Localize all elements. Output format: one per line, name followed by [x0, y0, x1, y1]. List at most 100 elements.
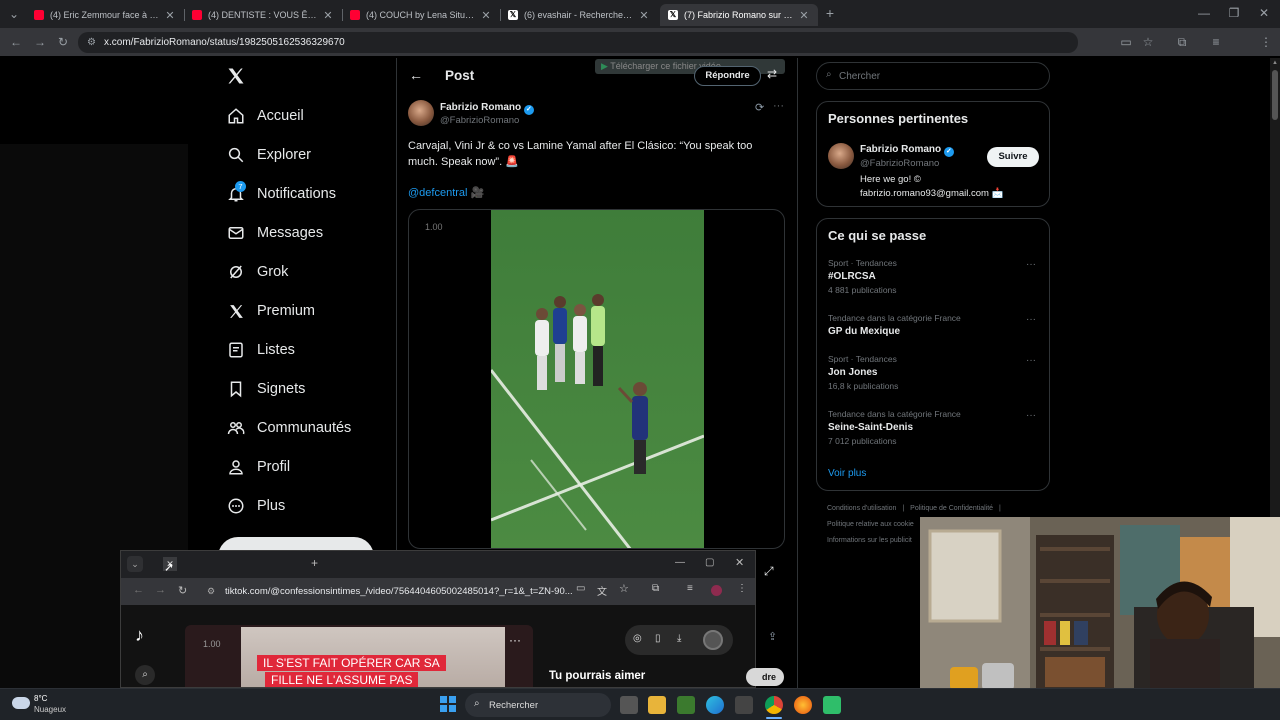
extensions-icon[interactable]: ⧉	[1174, 34, 1190, 50]
reload-icon[interactable]: ↻	[178, 584, 187, 597]
media-icon[interactable]: ≡	[1208, 34, 1224, 50]
maximize-icon[interactable]: ❐	[1226, 5, 1242, 21]
search-icon[interactable]: ⌕	[135, 665, 155, 685]
profile-bio-email[interactable]: fabrizio.romano93@gmail.com 📩	[860, 188, 1003, 199]
reply-button[interactable]: Répondre	[694, 66, 761, 86]
chrome-icon[interactable]	[765, 696, 783, 714]
more-options-icon[interactable]: ···	[1026, 355, 1036, 366]
windows-start-icon[interactable]	[440, 696, 456, 712]
site-info-icon[interactable]: ⚙	[207, 581, 215, 602]
post-mention-link[interactable]: @defcentral 🎥	[408, 186, 484, 199]
trend-item[interactable]: Tendance dans la catégorie France GP du …	[828, 313, 961, 337]
trend-item[interactable]: Sport · Tendances Jon Jones 16,8 k publi…	[828, 354, 898, 391]
profile-handle[interactable]: @FabrizioRomano	[860, 158, 939, 169]
fullscreen-icon[interactable]: ⤢	[764, 564, 774, 579]
grok-explain-icon[interactable]: ⟳	[755, 101, 764, 114]
close-tab-icon[interactable]: ✕	[480, 9, 492, 22]
nav-item-lists[interactable]: Listes	[226, 337, 295, 363]
nav-item-grok[interactable]: Grok	[226, 259, 288, 285]
trend-item[interactable]: Sport · Tendances #OLRCSA 4 881 publicat…	[828, 258, 897, 295]
x-logo-icon[interactable]	[226, 66, 246, 86]
scrollbar-thumb[interactable]	[1272, 70, 1278, 120]
weather-label[interactable]: Nuageux	[34, 705, 66, 714]
profile-avatar[interactable]	[711, 585, 722, 596]
reload-icon[interactable]: ↻	[55, 34, 71, 50]
back-icon[interactable]: ←	[8, 34, 24, 50]
footer-link[interactable]: Informations sur les publicit	[827, 537, 912, 544]
nav-item-messages[interactable]: Messages	[226, 220, 323, 246]
search-input[interactable]: ⌕ Chercher	[816, 62, 1050, 90]
close-tab-icon[interactable]: ✕	[164, 9, 176, 22]
footer-link[interactable]: Politique relative aux cookie	[827, 521, 914, 528]
new-tab-icon[interactable]: +	[822, 5, 838, 21]
cast-icon[interactable]: ▭	[1118, 34, 1134, 50]
close-window-icon[interactable]: ✕	[1256, 5, 1272, 21]
close-tab-icon[interactable]: ✕	[638, 9, 650, 22]
download-icon[interactable]: ⤓	[677, 633, 681, 644]
compass-icon[interactable]: ◎	[633, 633, 642, 644]
nav-item-explore[interactable]: Explorer	[226, 142, 311, 168]
nav-item-premium[interactable]: Premium	[226, 298, 315, 324]
more-options-icon[interactable]: ···	[1026, 410, 1036, 421]
share-icon[interactable]: ⇪	[768, 630, 777, 643]
tab-search-icon[interactable]: ⌄	[6, 6, 22, 22]
bookmark-star-icon[interactable]: ☆	[619, 582, 629, 595]
task-view-icon[interactable]	[620, 696, 638, 714]
video-player[interactable]: 1.00 IL S'EST FAIT OPÉRER CAR SA FILLE N…	[185, 625, 533, 687]
video-frame[interactable]	[491, 210, 704, 549]
browser-tab[interactable]: (4) Eric Zemmour face à Pascal ✕	[26, 4, 184, 26]
close-tab-icon[interactable]: ✕	[798, 9, 810, 22]
edge-icon[interactable]	[706, 696, 724, 714]
author-avatar[interactable]	[408, 100, 434, 126]
nav-item-more[interactable]: Plus	[226, 493, 285, 519]
post-media[interactable]: 1.00	[408, 209, 785, 549]
more-options-icon[interactable]: ···	[1026, 259, 1036, 270]
menu-icon[interactable]: ⋮	[1258, 34, 1274, 50]
tiktok-logo-icon[interactable]: ♪	[135, 625, 144, 646]
bookmark-star-icon[interactable]: ☆	[1140, 34, 1156, 50]
nav-item-communities[interactable]: Communautés	[226, 415, 351, 441]
firefox-icon[interactable]	[794, 696, 812, 714]
author-name-row[interactable]: Fabrizio Romano ✓	[440, 102, 534, 115]
more-options-icon[interactable]: ···	[1026, 314, 1036, 325]
footer-link[interactable]: Politique de Confidentialité	[910, 505, 993, 512]
back-icon[interactable]: ←	[133, 584, 144, 596]
close-tab-icon[interactable]: ✕	[322, 9, 334, 22]
new-tab-icon[interactable]: +	[311, 556, 318, 570]
forward-icon[interactable]: →	[155, 584, 166, 596]
weather-temp[interactable]: 8°C	[34, 694, 47, 703]
partial-button[interactable]: dre	[746, 668, 784, 686]
translate-icon[interactable]: 文	[597, 583, 607, 598]
file-explorer-icon[interactable]	[648, 696, 666, 714]
maximize-icon[interactable]: ▢	[705, 557, 714, 568]
cast-icon[interactable]: ▭	[576, 583, 585, 594]
browser-tab-active[interactable]: 𝕏 (7) Fabrizio Romano sur X : "Ca ✕	[660, 4, 818, 26]
store-icon[interactable]	[735, 696, 753, 714]
avatar[interactable]	[703, 630, 723, 650]
app-icon[interactable]	[823, 696, 841, 714]
phone-icon[interactable]: ▯	[655, 633, 661, 644]
site-info-icon[interactable]: ⚙	[87, 32, 96, 53]
media-icon[interactable]: ≡	[687, 583, 693, 594]
close-window-icon[interactable]: ✕	[735, 556, 744, 569]
address-bar[interactable]: ⚙ x.com/FabrizioRomano/status/1982505162…	[78, 32, 1078, 53]
trend-item[interactable]: Tendance dans la catégorie France Seine-…	[828, 409, 961, 446]
back-arrow-icon[interactable]: ←	[409, 67, 423, 83]
tiktok-address-bar[interactable]: ⚙ tiktok.com/@confessionsintimes_/video/…	[203, 581, 573, 602]
browser-tab[interactable]: 𝕏 (6) evashair - Recherche / X ✕	[500, 4, 658, 26]
nav-item-home[interactable]: Accueil	[226, 103, 304, 129]
browser-tab[interactable]: (4) COUCH by Lena Situations ✕	[342, 4, 500, 26]
tab-search-icon[interactable]: ⌄	[127, 556, 143, 572]
minimize-icon[interactable]: —	[675, 557, 685, 568]
nvidia-icon[interactable]	[677, 696, 695, 714]
author-handle[interactable]: @FabrizioRomano	[440, 115, 519, 126]
profile-name-row[interactable]: Fabrizio Romano ✓	[860, 144, 954, 157]
forward-icon[interactable]: →	[32, 34, 48, 50]
footer-link[interactable]: Conditions d'utilisation	[827, 505, 896, 512]
nav-item-profile[interactable]: Profil	[226, 454, 290, 480]
nav-item-bookmarks[interactable]: Signets	[226, 376, 305, 402]
taskbar-search[interactable]: ⌕ Rechercher	[465, 693, 611, 717]
browser-tab[interactable]: (4) DENTISTE : VOUS ÊTES SALE ✕	[184, 4, 342, 26]
extensions-icon[interactable]: ⧉	[652, 583, 659, 594]
avatar[interactable]	[828, 143, 854, 169]
